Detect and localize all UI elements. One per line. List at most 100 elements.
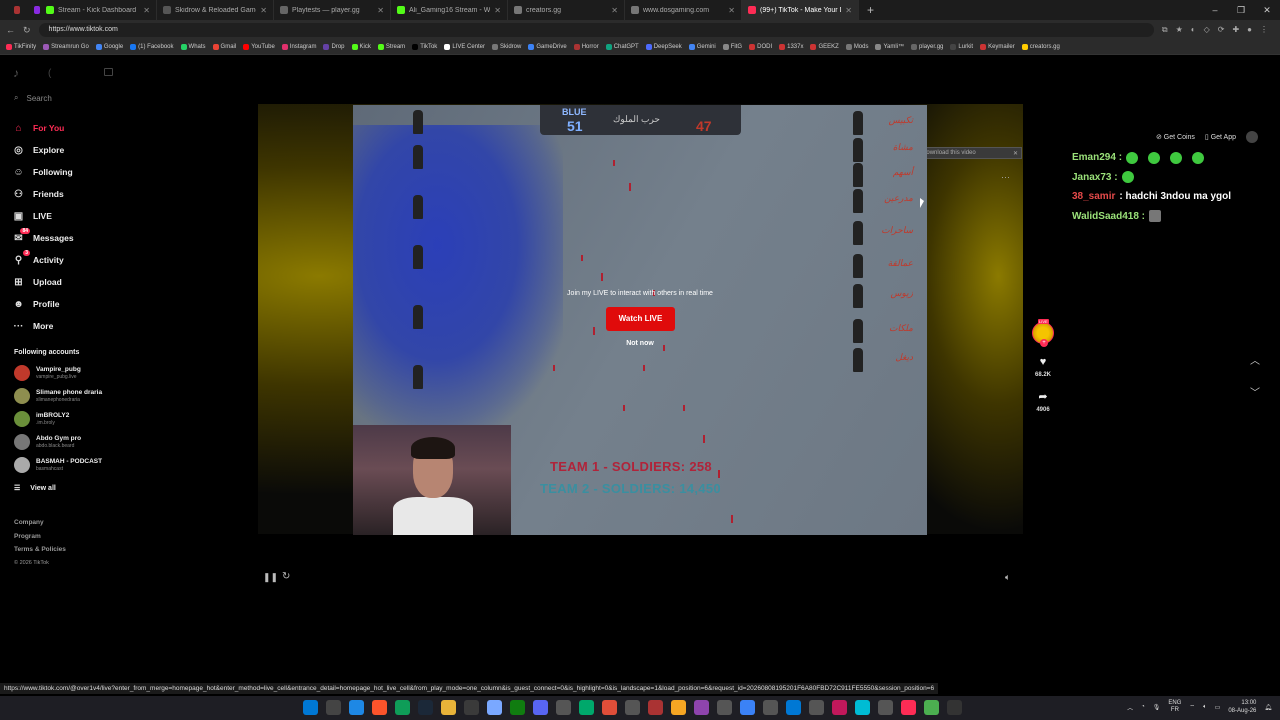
bookmark-item[interactable]: Streamrun Go [43, 44, 89, 50]
taskbar-app-icon[interactable] [947, 700, 962, 715]
tiktok-logo-icon[interactable]: ♪ [13, 66, 19, 80]
heart-icon[interactable]: ♥ [1040, 356, 1047, 368]
close-tab-icon[interactable]: ✕ [494, 6, 501, 15]
live-video[interactable]: BLUE 51 حرب الملوك 47 تكبيس مشاة أسهم مدرعي… [353, 105, 927, 535]
sidebar-item-more[interactable]: ··· More [12, 315, 74, 337]
close-tab-icon[interactable]: ✕ [143, 6, 150, 15]
taskbar-app-icon[interactable] [533, 700, 548, 715]
not-now-button[interactable]: Not now [353, 340, 927, 347]
bookmark-item[interactable]: 1337x [779, 44, 803, 50]
bookmark-item[interactable]: creators.gg [1021, 44, 1060, 50]
taskbar-app-icon[interactable] [303, 700, 318, 715]
bookmark-item[interactable]: Mods [845, 44, 868, 50]
browser-tab[interactable]: Ali_Gaming16 Stream - Watch Liv...✕ [391, 0, 508, 20]
footer-terms[interactable]: Terms & Policies [14, 543, 66, 557]
extension-icon[interactable]: ◐ [1191, 25, 1196, 35]
bookmark-item[interactable]: Horror [573, 44, 599, 50]
close-tab-icon[interactable]: ✕ [611, 6, 618, 15]
speaker-icon[interactable]: 🔈︎ [1203, 704, 1207, 711]
extension-icon[interactable]: ◇ [1204, 25, 1210, 35]
url-field[interactable]: https://www.tiktok.com [38, 23, 1154, 37]
star-icon[interactable]: ★ [1176, 25, 1183, 35]
collapse-sidebar-icon[interactable] [104, 68, 113, 76]
close-window-icon[interactable]: ✕ [1254, 0, 1280, 20]
chevron-down-icon[interactable]: ﹀ [1250, 384, 1260, 399]
bookmark-item[interactable]: Instagram [281, 44, 316, 50]
bookmark-item[interactable]: Stream [377, 44, 405, 50]
taskbar-app-icon[interactable] [395, 700, 410, 715]
sidebar-item-messages[interactable]: ✉ 84 Messages [12, 227, 74, 249]
browser-tab[interactable]: (99+) TikTok - Make Your Day ✕ [742, 0, 859, 20]
user-avatar[interactable] [1246, 131, 1258, 143]
get-app-button[interactable]: ▯ Get App [1205, 133, 1236, 141]
taskbar-app-icon[interactable] [671, 700, 686, 715]
taskbar-app-icon[interactable] [855, 700, 870, 715]
taskbar-app-icon[interactable] [717, 700, 732, 715]
taskbar-app-icon[interactable] [418, 700, 433, 715]
bookmark-item[interactable]: DeepSeek [645, 44, 682, 50]
extension-icon[interactable]: ⟳ [1218, 25, 1225, 35]
bookmark-item[interactable]: GEEKZ [810, 44, 839, 50]
new-tab-button[interactable]: + [859, 3, 882, 17]
search-input[interactable]: ⌕ Search [14, 93, 52, 103]
bookmark-item[interactable]: GameDrive [528, 44, 567, 50]
browser-tab[interactable]: creators.gg ✕ [508, 0, 625, 20]
get-coins-button[interactable]: ⊘ Get Coins [1156, 133, 1195, 141]
bookmark-item[interactable]: (1) Facebook [130, 44, 174, 50]
close-tab-icon[interactable]: ✕ [845, 6, 852, 15]
sidebar-item-following[interactable]: ☺ Following [12, 161, 74, 183]
taskbar-app-icon[interactable] [579, 700, 594, 715]
share-icon[interactable]: ➦ [1038, 390, 1047, 403]
sidebar-item-profile[interactable]: ☻ Profile [12, 293, 74, 315]
bookmark-item[interactable]: Gemini [688, 44, 716, 50]
battery-icon[interactable]: ▭ [1215, 704, 1221, 711]
bookmark-item[interactable]: Whats [180, 44, 206, 50]
taskbar-app-icon[interactable] [648, 700, 663, 715]
taskbar-app-icon[interactable] [625, 700, 640, 715]
following-account[interactable]: Slimane phone draria slimanephonedraria [14, 388, 102, 404]
bookmark-item[interactable]: DODI [749, 44, 772, 50]
taskbar-app-icon[interactable] [763, 700, 778, 715]
taskbar-app-icon[interactable] [602, 700, 617, 715]
taskbar-app-icon[interactable] [809, 700, 824, 715]
taskbar-app-icon[interactable] [464, 700, 479, 715]
taskbar-app-icon[interactable] [441, 700, 456, 715]
bookmark-item[interactable]: TikTok [412, 44, 437, 50]
close-icon[interactable]: ✕ [1013, 150, 1018, 157]
sidebar-item-upload[interactable]: ⊞ Upload [12, 271, 74, 293]
language-indicator[interactable]: ENG FR [1168, 700, 1181, 714]
close-tab-icon[interactable]: ✕ [377, 6, 384, 15]
network-icon[interactable]: ◔ [1141, 704, 1145, 710]
taskbar-app-icon[interactable] [924, 700, 939, 715]
following-account[interactable]: imBROLY2 .im.broly [14, 411, 69, 427]
more-options-icon[interactable]: ··· [1001, 172, 1010, 182]
back-icon[interactable]: ← [6, 25, 15, 35]
live-creator-avatar[interactable]: LIVE + [1032, 319, 1054, 347]
taskbar-app-icon[interactable] [740, 700, 755, 715]
taskbar-app-icon[interactable] [556, 700, 571, 715]
bookmark-item[interactable]: Yamli™ [875, 44, 904, 50]
bookmark-item[interactable]: player.gg [911, 44, 943, 50]
browser-tab[interactable]: Stream - Kick Dashboard ✕ [40, 0, 157, 20]
bookmark-item[interactable]: Drop [323, 44, 345, 50]
footer-company[interactable]: Company [14, 516, 66, 530]
taskbar-app-icon[interactable] [326, 700, 341, 715]
puzzle-icon[interactable]: ✚ [1232, 25, 1239, 35]
taskbar-app-icon[interactable] [694, 700, 709, 715]
watch-live-button[interactable]: Watch LIVE [606, 307, 675, 331]
mic-icon[interactable]: 🎙︎ [1153, 704, 1161, 711]
view-all-link[interactable]: ☰ View all [14, 484, 56, 493]
browser-tab[interactable]: www.dosgaming.com ✕ [625, 0, 742, 20]
close-tab-icon[interactable]: ✕ [260, 6, 267, 15]
browser-tab[interactable]: Playtests — player.gg ✕ [274, 0, 391, 20]
app-icon[interactable] [14, 6, 20, 14]
sidebar-item-explore[interactable]: ◎ Explore [12, 139, 74, 161]
sidebar-item-activity[interactable]: ⚲ 3 Activity [12, 249, 74, 271]
bookmark-item[interactable]: TikFinity [6, 44, 36, 50]
profile-icon[interactable]: ● [1247, 25, 1252, 35]
notification-icon[interactable]: 🔔︎ [1264, 704, 1272, 711]
follow-plus-icon[interactable]: + [1040, 339, 1048, 347]
bookmark-item[interactable]: Kick [351, 44, 371, 50]
footer-program[interactable]: Program [14, 530, 66, 544]
menu-icon[interactable]: ⋮ [1260, 25, 1268, 35]
